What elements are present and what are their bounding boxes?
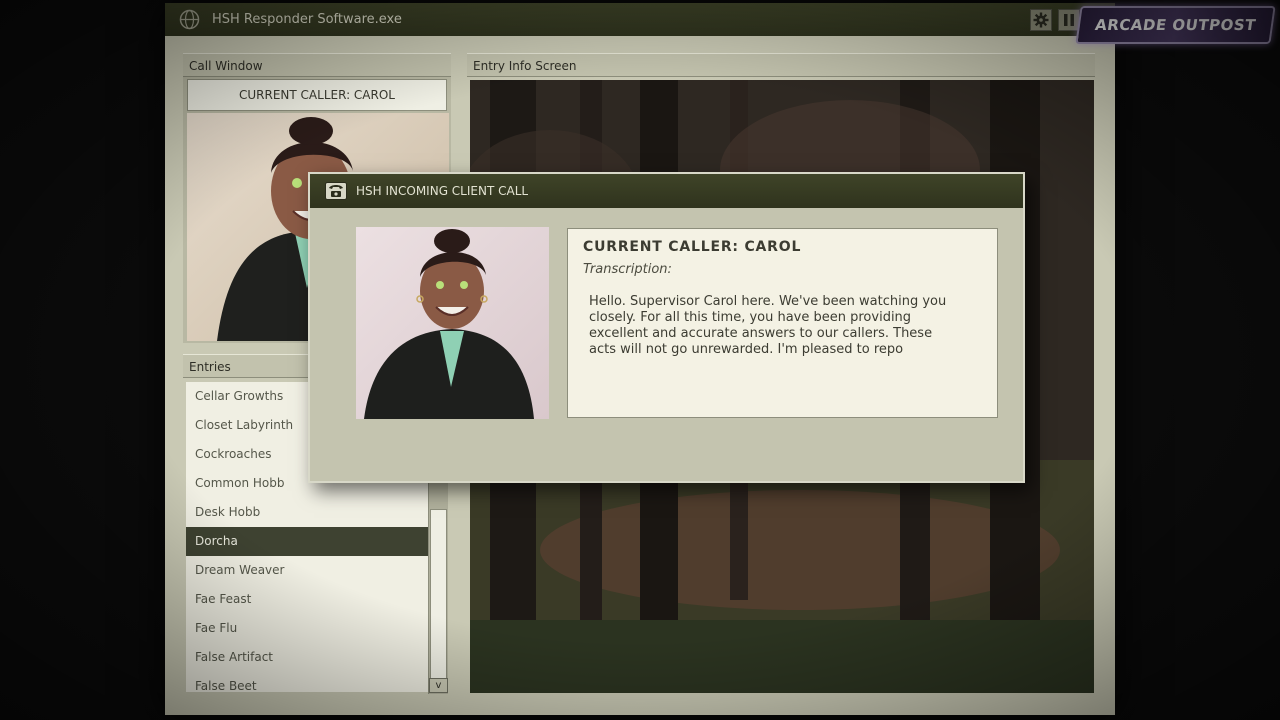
incoming-call-dialog: HSH INCOMING CLIENT CALL CURRENT CALLER:…: [308, 172, 1025, 483]
dialog-caller-heading: CURRENT CALLER: CAROL: [583, 239, 802, 255]
scroll-down-button[interactable]: v: [429, 678, 448, 693]
dialog-titlebar: HSH INCOMING CLIENT CALL: [310, 174, 1023, 208]
entry-item-dorcha[interactable]: Dorcha: [186, 527, 428, 556]
entry-item-desk-hobb[interactable]: Desk Hobb: [186, 498, 428, 527]
entry-item-false-artifact[interactable]: False Artifact: [186, 643, 428, 672]
telephone-icon: [325, 182, 347, 200]
gear-icon: [1033, 12, 1049, 28]
entry-info-header: Entry Info Screen: [467, 53, 1095, 77]
current-caller-label: CURRENT CALLER: CAROL: [187, 79, 447, 111]
window-title: HSH Responder Software.exe: [212, 12, 402, 27]
dialog-title: HSH INCOMING CLIENT CALL: [356, 184, 529, 198]
globe-icon: [179, 9, 200, 30]
arcade-outpost-logo: ARCADE OUTPOST: [1075, 6, 1276, 44]
pause-icon: [1064, 14, 1074, 26]
entry-item-fae-feast[interactable]: Fae Feast: [186, 585, 428, 614]
call-window-header: Call Window: [183, 53, 451, 77]
entry-item-false-beet[interactable]: False Beet: [186, 672, 428, 692]
settings-button[interactable]: [1030, 9, 1052, 31]
entry-item-dream-weaver[interactable]: Dream Weaver: [186, 556, 428, 585]
caller-photo-large: [364, 229, 534, 419]
transcript-box: CURRENT CALLER: CAROL Transcription: Hel…: [567, 228, 998, 418]
caller-portrait-large: [356, 227, 549, 419]
entry-item-fae-flu[interactable]: Fae Flu: [186, 614, 428, 643]
arcade-outpost-text: ARCADE OUTPOST: [1093, 16, 1258, 34]
transcription-label: Transcription:: [583, 262, 672, 277]
entries-scroll-thumb[interactable]: [430, 509, 447, 681]
transcript-text: Hello. Supervisor Carol here. We've been…: [589, 294, 947, 357]
window-titlebar: HSH Responder Software.exe: [165, 3, 1115, 36]
